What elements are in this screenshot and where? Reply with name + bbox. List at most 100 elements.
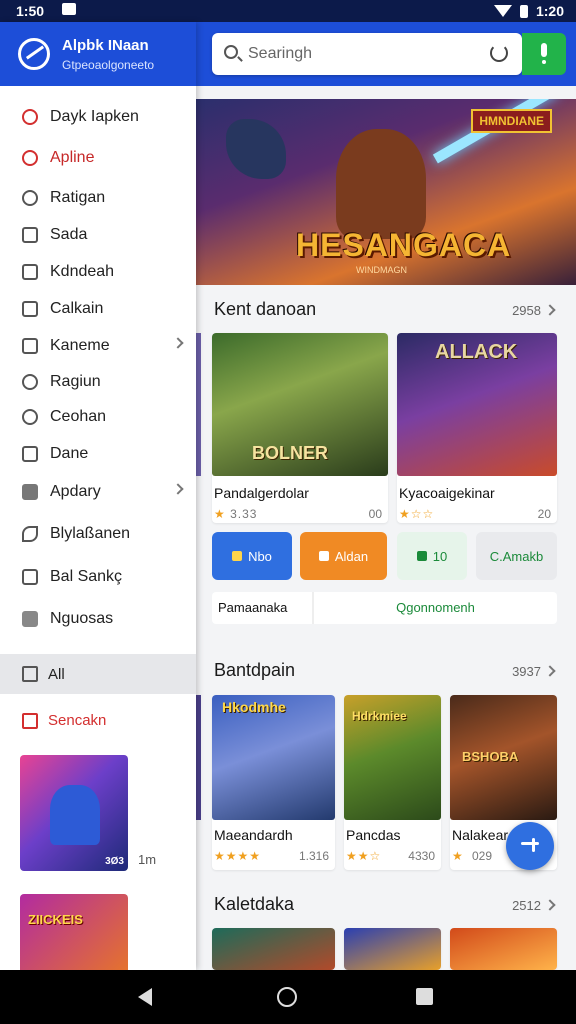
voice-search-button[interactable]: [522, 33, 566, 75]
search-icon: [224, 45, 238, 59]
drawer-item-10[interactable]: Apdary: [0, 474, 196, 510]
promo-link[interactable]: Qgonnomenh: [312, 592, 557, 624]
search-icon: [22, 190, 38, 206]
calendar-icon: [22, 227, 38, 243]
drawer-item-4[interactable]: Kdndeah: [0, 254, 196, 290]
section-see-all[interactable]: 2958: [512, 303, 554, 318]
drawer-item-0[interactable]: Dayk Iapken: [0, 99, 196, 135]
status-clock: 1:20: [535, 3, 564, 19]
system-nav-bar: [0, 970, 576, 1024]
search-input[interactable]: Searingh: [248, 45, 312, 63]
folder-icon: [22, 484, 38, 500]
game-card[interactable]: ALLACK Kyacoaigekinar ★☆☆ 20: [397, 333, 557, 523]
heart-icon: [22, 374, 38, 390]
game-title: Pandalgerdolar: [214, 485, 309, 501]
banner-title: HESANGACA: [296, 227, 512, 263]
game-title: Pancdas: [346, 827, 401, 843]
drawer-section-header: Sencakn: [22, 712, 106, 729]
status-bar: 1:50 1:20: [0, 0, 576, 22]
rating-stars: ★★☆: [346, 849, 382, 863]
drawer-item-6[interactable]: Kaneme: [0, 328, 196, 364]
action-button-1[interactable]: Nbo: [212, 532, 292, 580]
leaf-icon: [22, 526, 38, 542]
search-icon: [22, 109, 38, 125]
game-card[interactable]: [450, 928, 557, 970]
banner-subtitle: WINDMAGN: [356, 265, 407, 275]
section-title: Kaletdaka: [214, 894, 295, 914]
refresh-icon[interactable]: [490, 44, 508, 62]
drawer-item-7[interactable]: Ragiun: [0, 364, 196, 400]
drawer-item-3[interactable]: Sada: [0, 217, 196, 253]
drawer-title: Alpbk INaan: [62, 37, 149, 54]
rating-stars: ★☆☆: [399, 507, 435, 521]
navigation-drawer: Alpbk INaan Gtpeoaolgoneeto Dayk Iapken …: [0, 22, 196, 970]
drawer-item-5[interactable]: Calkain: [0, 291, 196, 327]
pencil-icon: [232, 551, 243, 561]
featured-banner[interactable]: HMNDIANE HESANGACA WINDMAGN: [196, 99, 576, 285]
section-title: Bantdpain: [214, 660, 296, 680]
review-count: 20: [537, 507, 551, 521]
drawer-item-all[interactable]: All: [0, 654, 196, 694]
card-peek: [196, 333, 201, 476]
recents-icon[interactable]: [416, 988, 433, 1005]
game-art: BSHOBA: [450, 695, 557, 820]
chevron-right-icon: [172, 337, 184, 349]
mic-icon: [541, 43, 547, 57]
review-count: 00: [368, 507, 382, 521]
action-button-2[interactable]: Aldan: [300, 532, 387, 580]
drawer-item-12[interactable]: Bal Sankç: [0, 559, 196, 595]
drawer-item-1[interactable]: Apline: [0, 140, 196, 176]
game-art: ALLACK: [397, 333, 557, 476]
rating-stars: ★: [452, 849, 464, 863]
home-icon[interactable]: [277, 987, 297, 1007]
banner-villain-art: [226, 119, 286, 179]
game-title: Nalakear: [452, 827, 509, 843]
action-button-3[interactable]: 10: [397, 532, 467, 580]
game-card[interactable]: BOLNER Pandalgerdolar ★ 3.33 00: [212, 333, 388, 523]
search-bar[interactable]: Searingh: [212, 33, 522, 75]
grid-icon: [22, 264, 38, 280]
drawer-item-13[interactable]: Nguosas: [0, 601, 196, 637]
section-see-all[interactable]: 3937: [512, 664, 554, 679]
drawer-item-9[interactable]: Dane: [0, 436, 196, 472]
calendar-icon: [22, 666, 38, 682]
promo-label: Pamaanaka: [218, 600, 288, 615]
chevron-right-icon: [172, 483, 184, 495]
banner-hero-art: [336, 129, 426, 239]
review-count: 4330: [408, 849, 435, 863]
add-fab-button[interactable]: [506, 822, 554, 870]
game-card[interactable]: Hdrkmiee Pancdas ★★☆ 4330: [344, 695, 441, 870]
app-logo-icon: [18, 38, 50, 70]
back-icon[interactable]: [138, 988, 152, 1006]
calendar-icon: [22, 301, 38, 317]
section-title: Kent danoan: [214, 299, 317, 319]
thumbnail-meta: 1m: [138, 852, 157, 867]
drawer-thumbnail-1[interactable]: 3Ø3: [20, 755, 128, 871]
action-button-4[interactable]: C.Amakb: [476, 532, 557, 580]
game-title: Kyacoaigekinar: [399, 485, 495, 501]
game-title: Maeandardh: [214, 827, 293, 843]
leaf-icon: [22, 150, 38, 166]
card-peek: [196, 695, 201, 820]
drawer-subtitle: Gtpeoaolgoneeto: [62, 58, 155, 72]
section-see-all[interactable]: 2512: [512, 898, 554, 913]
rating-stars: ★★★★: [214, 849, 262, 863]
battery-icon: [519, 4, 528, 18]
drawer-item-11[interactable]: Blylaßanen: [0, 516, 196, 552]
review-count: 1.316: [298, 849, 329, 863]
wifi-icon: [493, 5, 512, 17]
promo-bar[interactable]: Pamaanaka Qgonnomenh: [212, 592, 557, 624]
review-count: 029: [472, 849, 493, 863]
game-card[interactable]: [212, 928, 335, 970]
game-art: Hdrkmiee: [344, 695, 441, 820]
tag-icon: [22, 338, 38, 354]
game-art: BOLNER: [212, 333, 388, 476]
drawer-item-2[interactable]: Ratigan: [0, 180, 196, 216]
drawer-thumbnail-2[interactable]: ZIICKEIS: [20, 894, 128, 970]
status-time: 1:50: [16, 3, 45, 19]
game-card[interactable]: [344, 928, 441, 970]
list-icon: [22, 446, 38, 462]
box-icon: [22, 611, 38, 627]
game-card[interactable]: Hkodmhe Maeandardh ★★★★ 1.316: [212, 695, 335, 870]
drawer-item-8[interactable]: Ceohan: [0, 399, 196, 435]
